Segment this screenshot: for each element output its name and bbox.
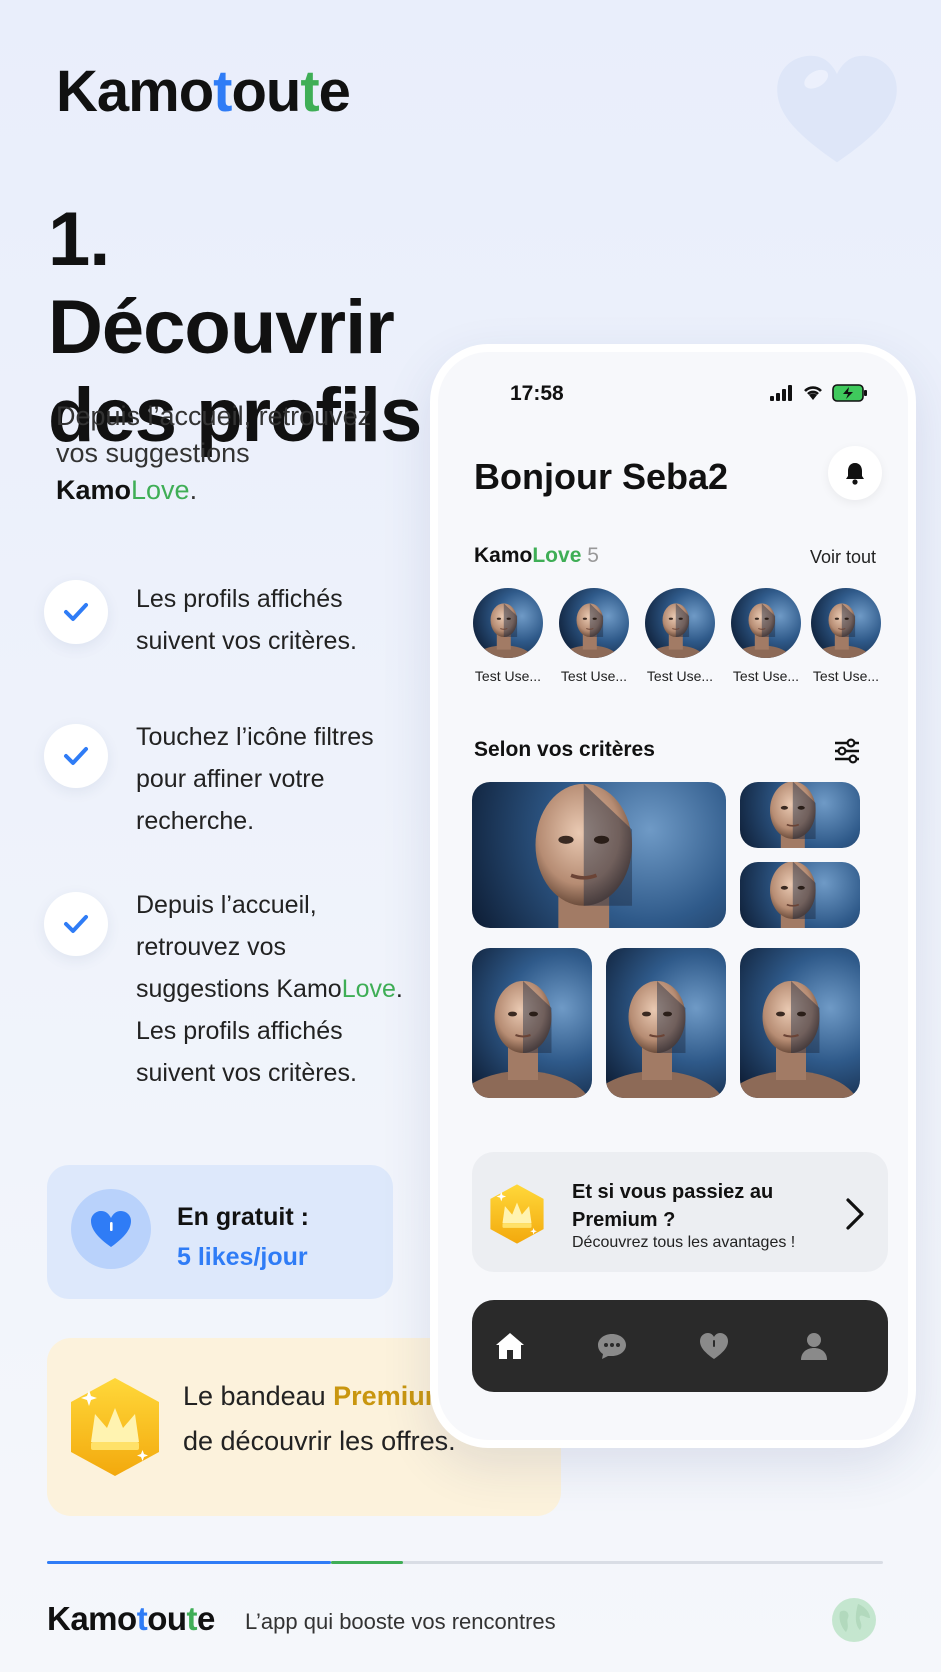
phone-mockup: 17:58 Bonjour Seba2 KamoLove 5 Voir tout…	[430, 344, 916, 1448]
profile-card-large[interactable]	[472, 782, 726, 928]
story-name: Test Use...	[732, 668, 800, 684]
story-name: Test Use...	[474, 668, 542, 684]
check-text: Depuis l’accueil, retrouvez vos suggesti…	[136, 891, 403, 1087]
kamolove-stories: Test Use... Test Use... Test Use... Test…	[470, 588, 890, 692]
free-likes-value: 5 likes/jour	[177, 1243, 308, 1271]
tab-messages[interactable]	[594, 1328, 630, 1364]
checkmark-icon	[44, 724, 108, 788]
premium-banner-title: Et si vous passiez au Premium ?	[572, 1181, 774, 1231]
tab-profile[interactable]	[796, 1328, 832, 1364]
intro-text: Depuis l’accueil, retrouvez vos suggesti…	[56, 401, 372, 505]
chat-bubble-icon	[598, 1334, 626, 1359]
story-name: Test Use...	[560, 668, 628, 684]
signal-icon	[770, 385, 792, 401]
decorative-heart-icon	[777, 55, 897, 163]
free-likes-card: En gratuit : 5 likes/jour	[47, 1165, 393, 1299]
story-item[interactable]: Test Use...	[642, 588, 718, 684]
greeting-title: Bonjour Seba2	[474, 456, 729, 497]
avatar	[473, 588, 543, 658]
crown-icon	[67, 1376, 163, 1478]
brand-logo: Kamotoute	[56, 59, 351, 124]
see-all-link[interactable]: Voir tout	[810, 547, 876, 568]
bell-icon	[846, 463, 864, 485]
story-item[interactable]: Test Use...	[808, 588, 884, 684]
progress-fill-blue	[47, 1561, 331, 1564]
tab-home[interactable]	[492, 1328, 528, 1364]
battery-charging-icon	[832, 384, 867, 402]
checkmark-icon	[44, 892, 108, 956]
globe-icon	[832, 1598, 876, 1642]
story-item[interactable]: Test Use...	[470, 588, 546, 684]
status-icons	[770, 384, 868, 402]
premium-banner-subtitle: Découvrez tous les avantages !	[572, 1234, 796, 1251]
story-name: Test Use...	[812, 668, 880, 684]
check-text: Touchez l’icône filtres pour affiner vot…	[136, 723, 374, 835]
profile-card[interactable]	[472, 948, 592, 1098]
checkmark-icon	[44, 580, 108, 644]
crown-icon	[488, 1182, 546, 1246]
filter-sliders-icon[interactable]	[832, 736, 862, 766]
tab-likes[interactable]	[696, 1328, 732, 1364]
check-text: Les profils affichés suivent vos critère…	[136, 585, 357, 655]
user-icon	[801, 1333, 827, 1360]
profile-card[interactable]	[606, 948, 726, 1098]
story-item[interactable]: Test Use...	[728, 588, 804, 684]
avatar	[645, 588, 715, 658]
profile-card[interactable]	[740, 782, 860, 848]
footer-tagline: L’app qui booste vos rencontres	[245, 1609, 556, 1634]
kamolove-section-title: KamoLove 5	[474, 544, 599, 567]
bottom-tab-bar	[472, 1300, 888, 1392]
profile-card[interactable]	[740, 862, 860, 928]
profile-card[interactable]	[740, 948, 860, 1098]
onboarding-page: Kamotoute 1. Découvrir des profils Depui…	[0, 0, 941, 1672]
heart-icon	[700, 1333, 728, 1359]
avatar	[731, 588, 801, 658]
avatar	[811, 588, 881, 658]
avatar	[559, 588, 629, 658]
progress-fill-green	[331, 1561, 403, 1564]
heart-icon	[71, 1189, 151, 1269]
notifications-button[interactable]	[828, 446, 882, 500]
status-time: 17:58	[510, 382, 564, 405]
story-name: Test Use...	[646, 668, 714, 684]
story-item[interactable]: Test Use...	[556, 588, 632, 684]
chevron-right-icon	[846, 1198, 864, 1230]
wifi-icon	[804, 386, 822, 400]
premium-banner[interactable]: Et si vous passiez au Premium ? Découvre…	[472, 1152, 888, 1272]
free-label: En gratuit :	[177, 1203, 309, 1231]
home-icon	[496, 1333, 524, 1359]
footer-logo: Kamotoute	[47, 1600, 215, 1637]
criteria-section-title: Selon vos critères	[474, 738, 655, 761]
